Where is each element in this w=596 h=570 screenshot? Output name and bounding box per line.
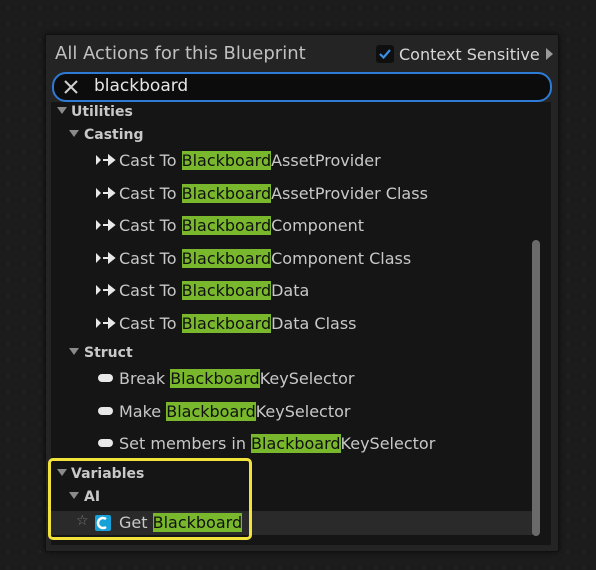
list-item-cast[interactable]: Cast To BlackboardComponent Class bbox=[51, 247, 539, 271]
category-utilities[interactable]: Utilities bbox=[51, 102, 539, 126]
list-item-label: Cast To BlackboardComponent Class bbox=[119, 249, 412, 268]
context-sensitive-toggle[interactable]: Context Sensitive bbox=[376, 44, 553, 64]
scrollbar-thumb[interactable] bbox=[532, 240, 540, 536]
selection-outline bbox=[48, 458, 252, 540]
cast-node-icon bbox=[96, 219, 116, 231]
category-label: Casting bbox=[84, 127, 144, 143]
list-item-label: Make BlackboardKeySelector bbox=[119, 402, 351, 421]
category-casting[interactable]: Casting bbox=[51, 125, 539, 149]
list-item-label: Break BlackboardKeySelector bbox=[119, 369, 355, 388]
chevron-right-icon[interactable] bbox=[545, 48, 553, 60]
list-item-label: Set members in BlackboardKeySelector bbox=[119, 434, 436, 453]
list-item-label: Cast To BlackboardData Class bbox=[119, 314, 357, 333]
category-label: Utilities bbox=[71, 104, 133, 120]
clear-search-icon[interactable] bbox=[62, 78, 80, 96]
search-input[interactable]: blackboard bbox=[94, 76, 188, 96]
cast-node-icon bbox=[96, 317, 116, 329]
collapse-arrow-icon[interactable] bbox=[69, 348, 79, 355]
list-item-struct[interactable]: Make BlackboardKeySelector bbox=[51, 400, 539, 424]
list-item-cast[interactable]: Cast To BlackboardComponent bbox=[51, 214, 539, 238]
list-item-struct[interactable]: Break BlackboardKeySelector bbox=[51, 367, 539, 391]
list-item-label: Cast To BlackboardAssetProvider bbox=[119, 151, 381, 170]
context-sensitive-label: Context Sensitive bbox=[399, 44, 540, 64]
search-box[interactable]: blackboard bbox=[52, 72, 552, 102]
list-item-cast[interactable]: Cast To BlackboardData bbox=[51, 279, 539, 303]
list-item-label: Cast To BlackboardData bbox=[119, 281, 310, 300]
cast-node-icon bbox=[96, 252, 116, 264]
category-label: Struct bbox=[84, 345, 133, 361]
category-struct[interactable]: Struct bbox=[51, 343, 539, 367]
context-sensitive-checkbox[interactable] bbox=[376, 45, 394, 63]
list-item-label: Cast To BlackboardComponent bbox=[119, 216, 364, 235]
checkmark-icon bbox=[379, 49, 391, 60]
function-pill-icon bbox=[98, 374, 113, 382]
list-item-cast[interactable]: Cast To BlackboardAssetProvider bbox=[51, 149, 539, 173]
collapse-arrow-icon[interactable] bbox=[57, 107, 67, 114]
cast-node-icon bbox=[96, 154, 116, 166]
cast-node-icon bbox=[96, 284, 116, 296]
cast-node-icon bbox=[96, 187, 116, 199]
panel-header: All Actions for this Blueprint Context S… bbox=[46, 35, 558, 71]
panel-title: All Actions for this Blueprint bbox=[55, 43, 306, 64]
list-item-cast[interactable]: Cast To BlackboardAssetProvider Class bbox=[51, 182, 539, 206]
list-item-cast[interactable]: Cast To BlackboardData Class bbox=[51, 312, 539, 336]
function-pill-icon bbox=[98, 407, 113, 415]
list-item-struct[interactable]: Set members in BlackboardKeySelector bbox=[51, 432, 539, 456]
list-item-label: Cast To BlackboardAssetProvider Class bbox=[119, 184, 428, 203]
collapse-arrow-icon[interactable] bbox=[69, 130, 79, 137]
function-pill-icon bbox=[98, 439, 113, 447]
